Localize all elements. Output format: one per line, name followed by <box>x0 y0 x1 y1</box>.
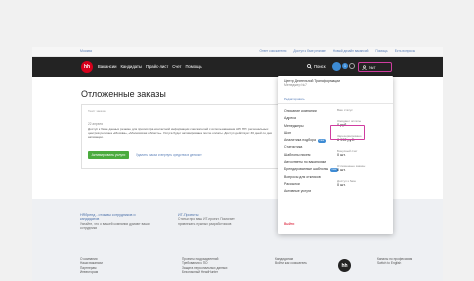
menu-item-label: Активные услуги <box>284 189 312 194</box>
nav-item-pricelist[interactable]: Прайс-лист <box>146 64 168 69</box>
balance-value: 0 шт. <box>337 168 346 172</box>
dropdown-divider <box>278 103 393 104</box>
dropdown-menu: Описание компании Адреса Менеджеры Шоп А… <box>284 108 344 196</box>
order-date: 22 апреля <box>88 122 103 126</box>
notification-badge: 1 <box>342 63 348 69</box>
user-icon <box>362 64 367 70</box>
nav-item-help[interactable]: Помощь <box>186 64 202 69</box>
menu-item[interactable]: Активные услуги <box>284 188 344 195</box>
top-link[interactable]: Помощь <box>375 49 387 53</box>
order-hint: Текст заказа <box>88 109 106 113</box>
top-link[interactable]: Есть вопросы <box>395 49 415 53</box>
nav-item-candidates[interactable]: Кандидаты <box>120 64 141 69</box>
menu-item-label: Адреса <box>284 116 296 121</box>
menu-item[interactable]: Адреса <box>284 115 344 122</box>
top-link[interactable]: Новый дизайн вакансий <box>333 49 369 53</box>
footer-link[interactable]: Switch to English <box>377 261 412 265</box>
edit-company-link[interactable]: Редактировать <box>284 97 305 101</box>
top-link[interactable]: Ответ соискателю <box>260 49 287 53</box>
menu-item-label: Рассылки <box>284 181 300 186</box>
order-description: Доступ к базе данных резюме для просмотр… <box>88 127 272 140</box>
new-badge: new <box>317 138 326 143</box>
balance-value: 0 шт. <box>337 183 346 187</box>
balance-label: Ваш статус <box>337 108 353 112</box>
menu-item[interactable]: Автоответы по вакансиям <box>284 159 344 166</box>
order-card: Текст заказа 22 апреля Доступ к базе дан… <box>81 104 283 169</box>
region-link[interactable]: Москва <box>80 49 92 53</box>
profile-dropdown: Центр Деятельной Трансформации Менеджер … <box>278 76 393 234</box>
promo-title: HRбренд - отзывы сотрудников и кандидато… <box>80 213 136 222</box>
menu-item-label: Шаблоны писем <box>284 152 311 157</box>
notifications-icon[interactable] <box>332 62 341 71</box>
footer-links-3: Кандидатам Войти как соискатель <box>275 257 307 266</box>
navbar: hh Вакансии Кандидаты Прайс-лист Счет По… <box>32 57 443 77</box>
footer-link[interactable]: Войти как соискатель <box>275 261 307 265</box>
footer-links-1: О компании Наши вакансии Партнерам Инвес… <box>80 257 103 274</box>
menu-item[interactable]: Шаблоны писем <box>284 152 344 159</box>
menu-item-label: Статистика <box>284 145 303 150</box>
footer-links-2: Проекты подразделений Требования к ПО За… <box>182 257 227 274</box>
profile-menu-button[interactable]: №7 <box>358 62 392 72</box>
top-strip: Москва Ответ соискателю Доступ к базе ре… <box>32 47 443 57</box>
profile-label: №7 <box>369 64 376 70</box>
delete-order-link[interactable]: Удалить заказ и вернуть средства в депоз… <box>136 153 202 157</box>
menu-item[interactable]: Описание компании <box>284 108 344 115</box>
menu-item-label: Вопросы для откликов <box>284 174 321 179</box>
reserved-highlight <box>330 125 365 140</box>
footer-promo-it[interactable]: ИТ-Проекты Статьи про ваш ИТ-проект. Пом… <box>178 213 248 226</box>
balance-value: 0 шт. <box>337 153 346 157</box>
help-icon[interactable] <box>349 63 355 69</box>
hh-logo[interactable]: hh <box>81 61 93 73</box>
footer-link[interactable]: Безопасный HeadHunter <box>182 270 227 274</box>
top-link[interactable]: Доступ к базе резюме <box>293 49 325 53</box>
company-sub: Менеджер №7 <box>284 83 307 88</box>
menu-item-label: Брендированные шаблоны <box>284 167 329 172</box>
footer-hh-logo: hh <box>338 259 351 272</box>
account-balances: Ваш статус Ожидают оплаты 0 руб. Зарезер… <box>337 108 389 194</box>
nav-links: Вакансии Кандидаты Прайс-лист Счет Помощ… <box>98 64 202 69</box>
nav-item-vacancies[interactable]: Вакансии <box>98 64 116 69</box>
promo-text: Узнайте, что о вашей компании думают ваш… <box>80 221 150 230</box>
page-title: Отложенные заказы <box>81 89 166 99</box>
menu-item-label: Менеджеры <box>284 123 304 128</box>
nav-item-account[interactable]: Счет <box>172 64 181 69</box>
company-name-block: Центр Деятельной Трансформации Менеджер … <box>284 79 388 87</box>
menu-item[interactable]: Статистика <box>284 144 344 151</box>
footer-link[interactable]: Инвесторам <box>80 270 103 274</box>
menu-item-label: Шоп <box>284 130 292 135</box>
menu-item-label: Автоответы по вакансиям <box>284 160 326 165</box>
search-label: Поиск <box>314 64 326 69</box>
top-links: Ответ соискателю Доступ к базе резюме Но… <box>260 49 415 53</box>
menu-item-label: Аналитика подбора <box>284 138 316 143</box>
logout-link[interactable]: Выйти <box>284 222 294 226</box>
activate-button[interactable]: Активировать услуги <box>88 151 129 159</box>
search-button[interactable]: Поиск <box>307 64 326 69</box>
search-icon <box>307 64 312 69</box>
menu-item[interactable]: Вопросы для откликов <box>284 174 344 181</box>
menu-item-label: Описание компании <box>284 109 317 113</box>
menu-item[interactable]: Рассылки <box>284 181 344 188</box>
footer-link[interactable]: Наши вакансии <box>80 261 103 265</box>
footer-links-4: Каналы по профессиям Switch to English <box>377 257 412 266</box>
footer-promo-hrbrand[interactable]: HRбренд - отзывы сотрудников и кандидато… <box>80 213 150 230</box>
menu-item[interactable]: Брендированные шаблоны new <box>284 166 344 173</box>
promo-text: Статьи про ваш ИТ-проект. Помогает привл… <box>178 217 235 226</box>
